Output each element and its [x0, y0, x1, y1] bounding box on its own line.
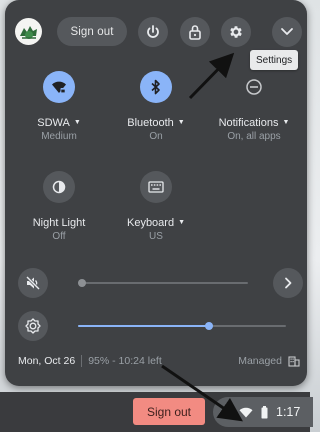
- mute-button[interactable]: [18, 268, 48, 298]
- date-label[interactable]: Mon, Oct 26: [18, 355, 75, 367]
- status-line: Mon, Oct 26 95% - 10:24 left Managed: [18, 353, 300, 369]
- shelf: Sign out 1:17: [0, 392, 313, 432]
- night-light-label[interactable]: Night Light: [11, 217, 107, 229]
- power-icon: [147, 25, 159, 38]
- bluetooth-status: On: [149, 131, 163, 142]
- do-not-disturb-icon: [246, 79, 262, 95]
- night-light-icon: [52, 180, 66, 194]
- collapse-button[interactable]: [272, 17, 302, 47]
- brightness-row: [5, 311, 307, 343]
- network-status: Medium: [41, 131, 77, 142]
- network-toggle[interactable]: [43, 71, 75, 103]
- bluetooth-icon: [151, 79, 160, 95]
- network-tile: SDWA ▼ Medium: [11, 71, 107, 142]
- dropdown-caret-icon: ▼: [73, 119, 81, 126]
- notifications-tile: Notifications ▼ On, all apps: [206, 71, 302, 142]
- keyboard-tile: Keyboard ▼ US: [108, 171, 204, 242]
- gear-icon: [230, 26, 242, 38]
- night-light-tile: Night Light Off: [11, 171, 107, 242]
- settings-button[interactable]: [221, 17, 251, 47]
- settings-tooltip: Settings: [250, 50, 299, 70]
- night-light-toggle[interactable]: [43, 171, 75, 203]
- battery-icon: [261, 405, 268, 418]
- lock-icon: [189, 25, 201, 40]
- network-label[interactable]: SDWA ▼: [11, 117, 107, 129]
- keyboard-icon: [148, 181, 164, 193]
- volume-row: [5, 268, 307, 300]
- chevron-right-icon: [285, 277, 292, 289]
- notifications-toggle[interactable]: [238, 71, 270, 103]
- audio-settings-button[interactable]: [273, 268, 303, 298]
- volume-thumb[interactable]: [78, 279, 86, 287]
- enterprise-building-icon: [288, 356, 300, 367]
- wifi-icon: [52, 81, 66, 93]
- dropdown-caret-icon: ▼: [177, 119, 185, 126]
- night-light-status: Off: [52, 231, 66, 242]
- dropdown-caret-icon: ▼: [178, 219, 186, 226]
- keyboard-toggle[interactable]: [140, 171, 172, 203]
- brightness-thumb[interactable]: [205, 322, 214, 330]
- battery-label: 95% - 10:24 left: [88, 355, 162, 367]
- keyboard-label[interactable]: Keyboard ▼: [108, 217, 204, 229]
- volume-slider[interactable]: [78, 279, 248, 287]
- status-tray[interactable]: 1:17: [213, 397, 313, 427]
- dropdown-caret-icon: ▼: [282, 119, 290, 126]
- chevron-down-icon: [281, 28, 293, 35]
- keyboard-status: US: [149, 231, 163, 242]
- brightness-fill: [78, 325, 210, 327]
- user-avatar-icon: [19, 25, 37, 39]
- notifications-status: On, all apps: [227, 131, 281, 142]
- brightness-button[interactable]: [18, 311, 48, 341]
- bluetooth-toggle[interactable]: [140, 71, 172, 103]
- bluetooth-tile: Bluetooth ▼ On: [108, 71, 204, 142]
- power-button[interactable]: [138, 17, 168, 47]
- managed-label: Managed: [238, 355, 282, 367]
- brightness-icon: [25, 318, 41, 334]
- lock-button[interactable]: [180, 17, 210, 47]
- volume-muted-icon: [25, 275, 41, 291]
- avatar[interactable]: [15, 18, 42, 45]
- notifications-label[interactable]: Notifications ▼: [206, 117, 302, 129]
- bluetooth-label[interactable]: Bluetooth ▼: [108, 117, 204, 129]
- wifi-icon: [239, 407, 253, 417]
- divider: [81, 355, 83, 367]
- managed-indicator[interactable]: Managed: [238, 355, 300, 367]
- shelf-sign-out-button[interactable]: Sign out: [133, 398, 205, 425]
- brightness-slider[interactable]: [78, 322, 286, 330]
- clock: 1:17: [276, 405, 301, 419]
- sign-out-button[interactable]: Sign out: [57, 17, 127, 46]
